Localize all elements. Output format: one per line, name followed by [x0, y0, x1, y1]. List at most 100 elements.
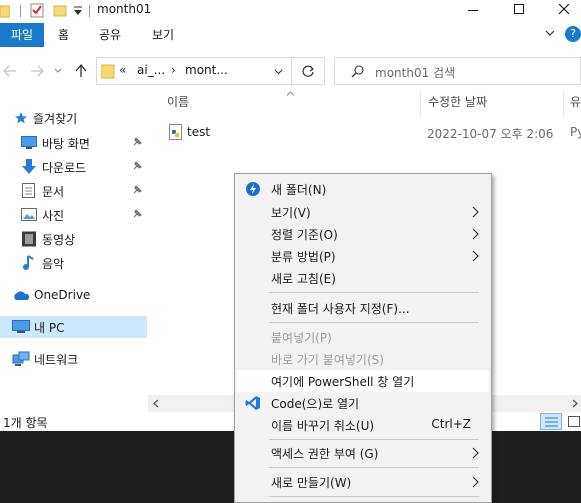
scroll-left-icon[interactable] [152, 399, 159, 408]
submenu-arrow-icon [472, 228, 479, 240]
new-folder-quick-icon[interactable] [53, 3, 67, 17]
address-dropdown-icon[interactable] [274, 69, 283, 75]
nav-item-desktop[interactable]: 바탕 화면 [0, 132, 147, 154]
menu-item-label: 여기에 PowerShell 창 열기 [271, 375, 415, 389]
menu-item-paste: 붙여넣기(P) [237, 326, 489, 348]
column-header-type[interactable]: 유 [570, 93, 581, 110]
up-arrow-icon[interactable] [75, 64, 87, 78]
minimize-button[interactable] [451, 0, 495, 22]
refresh-button[interactable] [292, 57, 325, 85]
nav-label: 문서 [42, 185, 65, 199]
nav-label: 네트워크 [34, 353, 79, 367]
address-row: « ai_... › mont... month01 검색 [0, 54, 581, 88]
file-name: test [187, 125, 211, 139]
ribbon-tabs: 파일 홈 공유 보기 ? [0, 23, 581, 47]
search-placeholder: month01 검색 [375, 66, 456, 80]
menu-item-group-by[interactable]: 분류 방법(P) [237, 245, 489, 267]
properties-icon[interactable] [30, 3, 45, 18]
large-icons-view-button[interactable] [566, 413, 581, 430]
menu-item-label: 이름 바꾸기 취소(U) [271, 419, 375, 433]
menu-item-open-powershell[interactable]: 여기에 PowerShell 창 열기 [237, 370, 489, 392]
menu-item-undo-rename[interactable]: 이름 바꾸기 취소(U) Ctrl+Z [237, 414, 489, 436]
nav-quick-access[interactable]: 즐겨찾기 [0, 107, 147, 129]
customize-quick-access-icon[interactable] [73, 6, 83, 16]
menu-item-view[interactable]: 보기(V) [237, 201, 489, 223]
nav-label: 사진 [42, 209, 65, 223]
menu-item-new[interactable]: 새로 만들기(W) [237, 471, 489, 493]
tab-view[interactable]: 보기 [152, 26, 174, 43]
nav-item-pictures[interactable]: 사진 [0, 204, 147, 226]
python-file-icon [169, 124, 182, 140]
cloud-icon [14, 291, 30, 300]
column-header-modified[interactable]: 수정한 날짜 [428, 93, 487, 110]
breadcrumb-separator[interactable]: › [171, 63, 176, 77]
star-icon [15, 112, 27, 124]
pin-icon[interactable] [131, 160, 143, 172]
pin-icon[interactable] [131, 136, 143, 148]
menu-item-label: 바로 가기 붙여넣기(S) [271, 353, 384, 367]
menu-item-new-folder[interactable]: 새 폴더(N) [237, 178, 489, 200]
forward-arrow-icon[interactable] [30, 65, 44, 77]
menu-item-sort-by[interactable]: 정렬 기준(O) [237, 223, 489, 245]
navigation-pane: 즐겨찾기 바탕 화면 다운로드 문서 사진 동영상 음악 OneDrive 내 … [0, 98, 147, 398]
nav-item-network[interactable]: 네트워크 [0, 348, 147, 370]
titlebar-separator [89, 5, 90, 17]
nav-label: 내 PC [34, 321, 65, 335]
maximize-button[interactable] [497, 0, 541, 22]
expand-ribbon-icon[interactable] [545, 30, 555, 38]
pin-icon[interactable] [131, 208, 143, 220]
nav-item-this-pc[interactable]: 내 PC [0, 316, 147, 338]
file-row[interactable]: test 2022-10-07 오후 2:06 Py [162, 121, 581, 143]
context-menu: 새 폴더(N) 보기(V) 정렬 기준(O) 분류 방법(P) 새로 고침(E)… [234, 173, 492, 503]
document-icon [22, 183, 35, 198]
menu-separator [269, 292, 479, 293]
nav-label: 동영상 [42, 233, 76, 247]
file-modified: 2022-10-07 오후 2:06 [427, 127, 554, 141]
nav-item-music[interactable]: 음악 [0, 252, 147, 274]
vscode-icon [245, 396, 260, 410]
pin-icon[interactable] [131, 184, 143, 196]
help-icon[interactable]: ? [565, 26, 581, 42]
menu-item-label: 새로 만들기(W) [271, 476, 352, 490]
menu-item-refresh[interactable]: 새로 고침(E) [237, 267, 489, 289]
menu-separator [269, 439, 479, 440]
menu-item-label: 분류 방법(P) [271, 250, 336, 264]
menu-item-customize-folder[interactable]: 현재 폴더 사용자 지정(F)... [237, 297, 489, 319]
close-button[interactable] [543, 0, 581, 22]
minimize-icon [468, 10, 478, 11]
menu-item-label: 정렬 기준(O) [271, 228, 338, 242]
tab-file[interactable]: 파일 [0, 23, 44, 47]
tab-home[interactable]: 홈 [58, 26, 69, 43]
nav-item-videos[interactable]: 동영상 [0, 228, 147, 250]
menu-item-open-with-code[interactable]: Code(으)로 열기 [237, 392, 489, 414]
search-box[interactable]: month01 검색 [334, 57, 581, 85]
column-header-name[interactable]: 이름 [167, 93, 189, 110]
recent-locations-icon[interactable] [54, 68, 62, 74]
breadcrumb-item[interactable]: mont... [185, 63, 228, 77]
nav-item-downloads[interactable]: 다운로드 [0, 156, 147, 178]
menu-item-give-access[interactable]: 액세스 권한 부여 (G) [237, 442, 489, 464]
menu-separator [269, 322, 479, 323]
breadcrumb-overflow[interactable]: « [119, 63, 126, 77]
scroll-right-icon[interactable] [572, 399, 579, 408]
sort-ascending-icon [286, 91, 295, 96]
folder-icon [101, 64, 115, 79]
computer-icon [12, 320, 30, 333]
video-icon [22, 231, 36, 247]
details-view-icon [545, 417, 558, 427]
breadcrumb-item[interactable]: ai_... [137, 63, 165, 77]
nav-item-onedrive[interactable]: OneDrive [0, 285, 147, 307]
nav-label: 바탕 화면 [42, 137, 90, 151]
column-divider[interactable] [420, 92, 421, 116]
address-bar[interactable]: « ai_... › mont... [96, 57, 292, 85]
nav-item-documents[interactable]: 문서 [0, 180, 147, 202]
tab-share[interactable]: 공유 [99, 26, 121, 43]
menu-item-label: 현재 폴더 사용자 지정(F)... [271, 302, 410, 316]
back-arrow-icon[interactable] [3, 65, 17, 77]
menu-separator [269, 467, 479, 468]
download-icon [22, 159, 36, 174]
details-view-button[interactable] [540, 413, 562, 430]
submenu-arrow-icon [472, 206, 479, 218]
column-divider[interactable] [563, 92, 564, 116]
close-icon [558, 3, 570, 15]
